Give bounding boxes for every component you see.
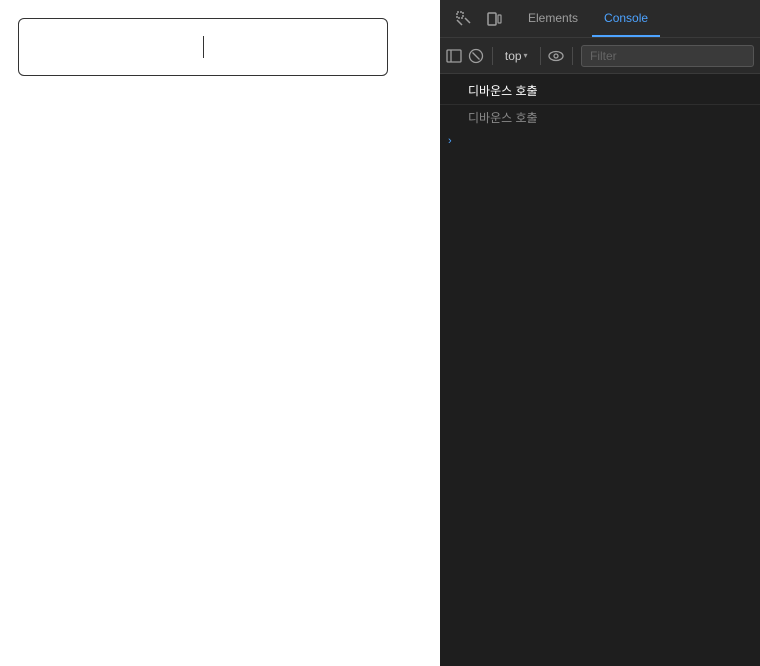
device-toolbar-icon[interactable]: [480, 5, 508, 33]
clear-console-icon[interactable]: [468, 44, 484, 68]
console-toolbar: top ▾: [440, 38, 760, 74]
console-content: 디바운스 호출 디바운스 호출 ›: [440, 74, 760, 666]
console-entry-2: 디바운스 호출: [440, 105, 760, 131]
devtools-panel: Elements Console top ▾: [440, 0, 760, 666]
console-entry-1: 디바운스 호출: [440, 78, 760, 105]
tab-console[interactable]: Console: [592, 0, 660, 37]
text-input-box[interactable]: [18, 18, 388, 76]
live-expressions-icon[interactable]: [548, 44, 564, 68]
expand-arrow-icon: ›: [448, 135, 452, 147]
sidebar-toggle-icon[interactable]: [446, 44, 462, 68]
toolbar-divider-3: [572, 47, 573, 65]
toolbar-divider-1: [492, 47, 493, 65]
devtools-top-icons: [444, 5, 514, 33]
filter-input[interactable]: [581, 45, 754, 67]
console-expand-entry[interactable]: ›: [440, 131, 760, 151]
dropdown-arrow-icon: ▾: [524, 51, 528, 60]
tab-elements[interactable]: Elements: [516, 0, 590, 37]
context-selector[interactable]: top ▾: [501, 47, 532, 65]
main-page: [0, 0, 440, 666]
toolbar-divider-2: [540, 47, 541, 65]
inspect-element-icon[interactable]: [450, 5, 478, 33]
devtools-tab-bar: Elements Console: [440, 0, 760, 38]
text-cursor: [203, 36, 204, 58]
